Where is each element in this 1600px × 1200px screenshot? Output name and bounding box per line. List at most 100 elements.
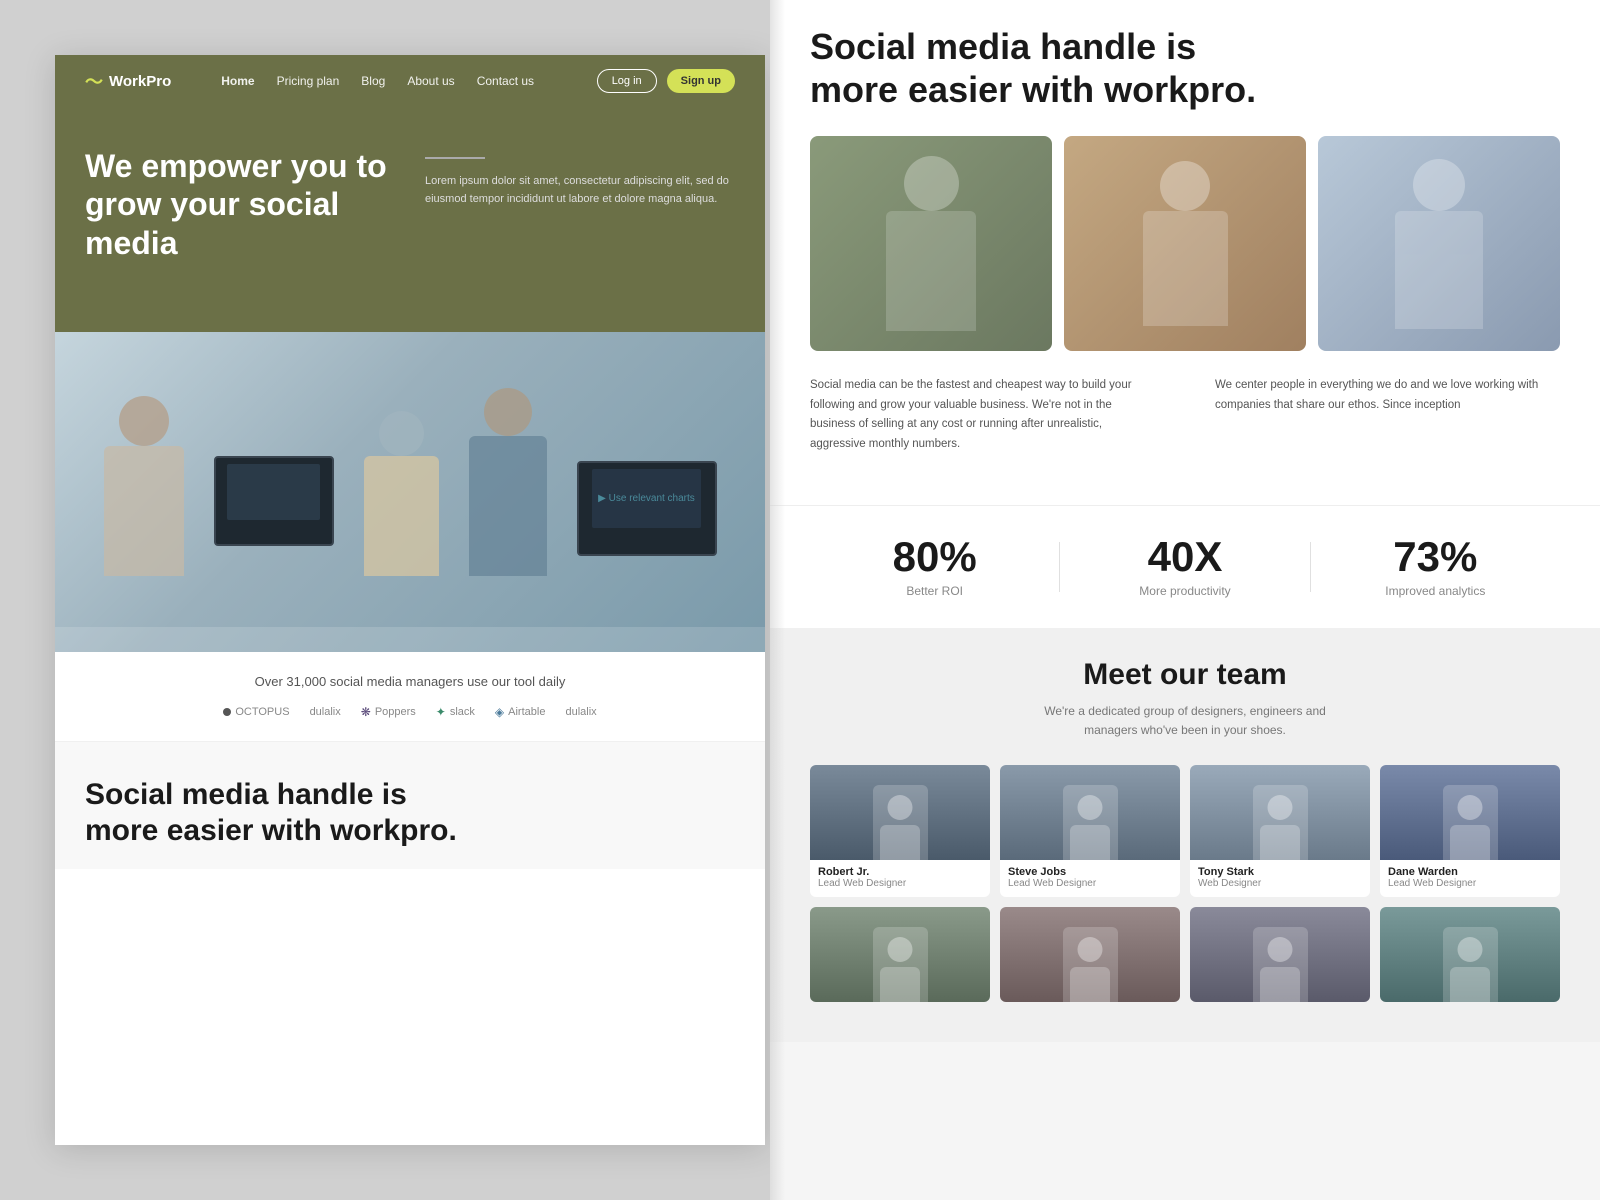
stat-analytics-label: Improved analytics (1311, 584, 1560, 598)
team-name-robert: Robert Jr. (818, 866, 982, 878)
avatar-head-robert (888, 795, 913, 820)
team-avatar-steve (1063, 785, 1118, 860)
team-section: Meet our team We're a dedicated group of… (770, 628, 1600, 1042)
team-avatar-8 (1443, 927, 1498, 1002)
photo-grid (810, 136, 1560, 351)
stats-strip: Over 31,000 social media managers use ou… (55, 652, 765, 742)
team-role-robert: Lead Web Designer (818, 878, 982, 889)
stat-productivity-number: 40X (1060, 536, 1309, 578)
airtable-icon: ◈ (495, 705, 504, 719)
slack-icon: ✦ (436, 705, 446, 719)
avatar-body-6 (1070, 967, 1110, 1002)
avatar-head-tony (1268, 795, 1293, 820)
hero-section: We empower you to grow your social media… (55, 107, 765, 332)
desc-col-right: We center people in everything we do and… (1215, 376, 1560, 454)
right-main-title: Social media handle is more easier with … (810, 25, 1290, 111)
team-card-photo-tony (1190, 765, 1370, 860)
brand-octopus: OCTOPUS (223, 706, 289, 718)
login-button[interactable]: Log in (597, 69, 657, 93)
stat-productivity-label: More productivity (1060, 584, 1309, 598)
nav-link-contact[interactable]: Contact us (477, 74, 534, 88)
logo: 〜 WorkPro (85, 68, 171, 94)
team-card-photo-steve (1000, 765, 1180, 860)
team-card-photo-robert (810, 765, 990, 860)
team-card-info-tony: Tony Stark Web Designer (1190, 860, 1370, 897)
avatar-head-7 (1268, 937, 1293, 962)
poppers-icon: ❋ (361, 705, 371, 719)
left-panel: 〜 WorkPro Home Pricing plan Blog About u… (55, 55, 765, 1145)
team-card-7 (1190, 907, 1370, 1002)
stat-analytics-number: 73% (1311, 536, 1560, 578)
brand-dulalix: dulalix (310, 706, 341, 718)
social-section: Social media handle is more easier with … (55, 742, 765, 869)
team-name-steve: Steve Jobs (1008, 866, 1172, 878)
brand-poppers-label: Poppers (375, 706, 416, 718)
team-card-8 (1380, 907, 1560, 1002)
nav-buttons: Log in Sign up (597, 69, 735, 93)
team-role-steve: Lead Web Designer (1008, 878, 1172, 889)
logo-icon: 〜 (85, 68, 103, 94)
team-card-photo-6 (1000, 907, 1180, 1002)
brand-dulalix-label: dulalix (310, 706, 341, 718)
stats-section: 80% Better ROI 40X More productivity 73%… (770, 505, 1600, 628)
stat-analytics: 73% Improved analytics (1311, 536, 1560, 598)
avatar-head-8 (1458, 937, 1483, 962)
team-avatar-robert (873, 785, 928, 860)
desc-col-left: Social media can be the fastest and chea… (810, 376, 1155, 454)
nav-links: Home Pricing plan Blog About us Contact … (221, 74, 566, 88)
photo-card-3-img (1318, 136, 1560, 351)
team-card-dane: Dane Warden Lead Web Designer (1380, 765, 1560, 897)
photo-card-3 (1318, 136, 1560, 351)
signup-button[interactable]: Sign up (667, 69, 735, 93)
nav-link-about[interactable]: About us (407, 74, 454, 88)
stat-roi-number: 80% (810, 536, 1059, 578)
team-card-steve: Steve Jobs Lead Web Designer (1000, 765, 1180, 897)
team-card-info-robert: Robert Jr. Lead Web Designer (810, 860, 990, 897)
desc-text-right: We center people in everything we do and… (1215, 376, 1560, 415)
nav-link-blog[interactable]: Blog (361, 74, 385, 88)
team-card-photo-8 (1380, 907, 1560, 1002)
team-card-6 (1000, 907, 1180, 1002)
avatar-head-dane (1458, 795, 1483, 820)
team-role-tony: Web Designer (1198, 878, 1362, 889)
photo-card-1-img (810, 136, 1052, 351)
hero-right: Lorem ipsum dolor sit amet, consectetur … (425, 147, 735, 282)
brand-airtable-label: Airtable (508, 706, 545, 718)
avatar-body-7 (1260, 967, 1300, 1002)
team-grid-row-2 (810, 907, 1560, 1002)
nav-link-home[interactable]: Home (221, 74, 254, 88)
team-card-info-dane: Dane Warden Lead Web Designer (1380, 860, 1560, 897)
team-subtitle: We're a dedicated group of designers, en… (1035, 702, 1335, 740)
avatar-body-tony (1260, 825, 1300, 860)
right-panel: Social media handle is more easier with … (770, 0, 1600, 1200)
avatar-head-5 (888, 937, 913, 962)
brand-dulalix2: dulalix (565, 706, 596, 718)
avatar-head-steve (1078, 795, 1103, 820)
team-name-tony: Tony Stark (1198, 866, 1362, 878)
team-card-photo-5 (810, 907, 990, 1002)
avatar-body-8 (1450, 967, 1490, 1002)
team-avatar-tony (1253, 785, 1308, 860)
brand-dulalix2-label: dulalix (565, 706, 596, 718)
avatar-body-robert (880, 825, 920, 860)
hero-title: We empower you to grow your social media (85, 147, 395, 262)
right-top-section: Social media handle is more easier with … (770, 0, 1600, 505)
team-avatar-6 (1063, 927, 1118, 1002)
photo-card-2 (1064, 136, 1306, 351)
stat-roi-label: Better ROI (810, 584, 1059, 598)
brand-logos: OCTOPUS dulalix ❋ Poppers ✦ slack ◈ Airt… (85, 705, 735, 719)
avatar-body-steve (1070, 825, 1110, 860)
avatar-body-5 (880, 967, 920, 1002)
hero-description: Lorem ipsum dolor sit amet, consectetur … (425, 173, 735, 208)
team-role-dane: Lead Web Designer (1388, 878, 1552, 889)
team-card-photo-dane (1380, 765, 1560, 860)
brand-poppers: ❋ Poppers (361, 705, 416, 719)
team-card-info-steve: Steve Jobs Lead Web Designer (1000, 860, 1180, 897)
brand-slack-label: slack (450, 706, 475, 718)
hero-divider (425, 157, 485, 159)
team-card-robert: Robert Jr. Lead Web Designer (810, 765, 990, 897)
team-title: Meet our team (810, 658, 1560, 692)
team-grid-row-1: Robert Jr. Lead Web Designer Steve Jobs … (810, 765, 1560, 897)
team-card-5 (810, 907, 990, 1002)
nav-link-pricing[interactable]: Pricing plan (277, 74, 340, 88)
